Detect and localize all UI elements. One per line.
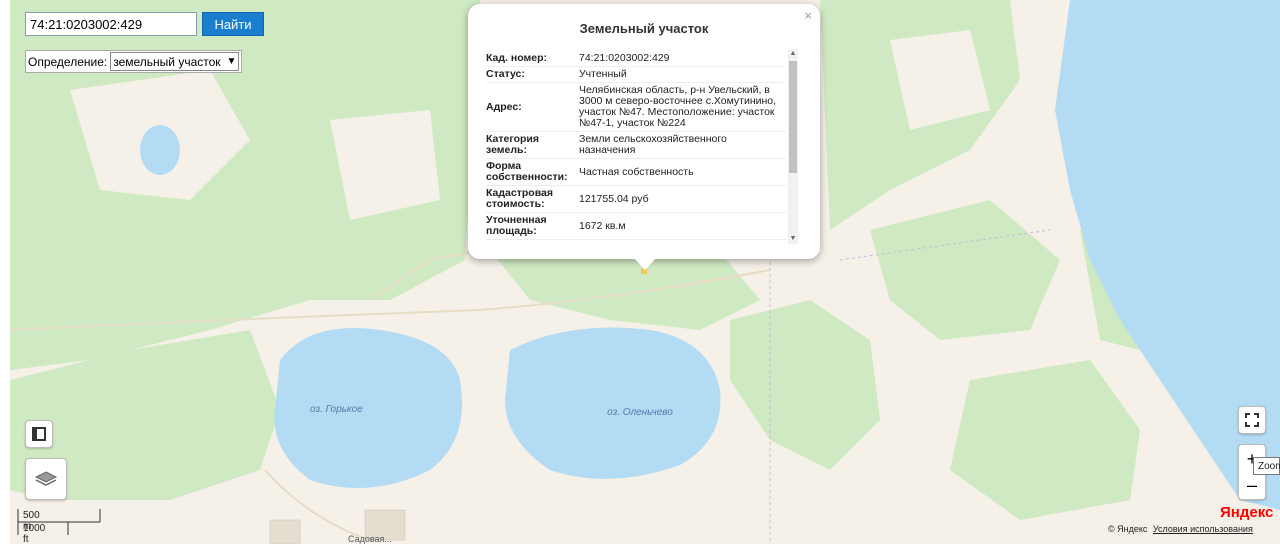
info-row: Кадастровая стоимость: 121755.04 руб: [486, 186, 786, 213]
info-value: Частная собственность: [579, 165, 694, 178]
definition-select[interactable]: земельный участок ▼: [110, 52, 240, 71]
popup-title: Земельный участок: [579, 21, 709, 36]
copyright-text: © Яндекс: [1108, 524, 1148, 534]
info-key: Кадастровая стоимость: [486, 187, 553, 210]
search-input[interactable]: [25, 12, 197, 36]
info-key: Адрес: [486, 100, 519, 113]
info-key: Форма собственности: [486, 160, 565, 183]
info-row: Адрес: Челябинская область, р-н Увельски…: [486, 83, 786, 132]
scale-imperial: 1000 ft: [23, 523, 46, 545]
scroll-down-arrow-icon[interactable]: ▼: [788, 234, 798, 244]
info-value: Земли сельскохозяйственного назначения: [579, 133, 727, 156]
info-row: Категория земель: Земли сельскохозяйстве…: [486, 132, 786, 159]
fullscreen-button[interactable]: [1238, 406, 1266, 434]
definition-selected: земельный участок: [113, 54, 221, 69]
close-icon[interactable]: ×: [804, 8, 812, 23]
zoom-out-button[interactable]: –: [1247, 472, 1257, 498]
info-row: Статус: Учтенный: [486, 67, 786, 83]
scroll-thumb[interactable]: [789, 61, 797, 173]
layers-icon: [34, 471, 58, 486]
fullscreen-icon: [1245, 413, 1259, 427]
popup-pointer: [634, 258, 656, 270]
info-value: Челябинская область, р-н Увельский, в 30…: [579, 84, 777, 129]
info-row: Кад. номер: 74:21:0203002:429: [486, 51, 786, 67]
street-label: Садовая...: [348, 534, 392, 544]
attribution: © Яндекс Условия использования: [1108, 524, 1253, 534]
popup-info-table: Кад. номер: 74:21:0203002:429 Статус: Уч…: [486, 51, 786, 240]
info-row: Форма собственности: Частная собственнос…: [486, 159, 786, 186]
info-key: Уточненная площадь: [486, 214, 547, 237]
ruler-button[interactable]: [25, 420, 53, 448]
definition-row: Определение: земельный участок ▼: [25, 50, 243, 73]
yandex-logo: Яндекс: [1220, 504, 1274, 521]
layers-button[interactable]: [25, 458, 67, 500]
info-key: Кад. номер: [486, 52, 544, 64]
info-value: Учтенный: [579, 68, 627, 80]
info-value: 74:21:0203002:429: [579, 52, 670, 64]
lake-label-gorkoe: оз. Горькое: [310, 404, 363, 415]
search-bar: Найти: [25, 12, 264, 36]
info-key: Статус: [486, 68, 522, 80]
lake-label-olenchevo: оз. Оленьчево: [607, 407, 673, 418]
info-value: 121755.04 руб: [579, 192, 649, 205]
info-key: Категория земель: [486, 133, 540, 156]
scroll-up-arrow-icon[interactable]: ▲: [788, 49, 798, 59]
info-row: Уточненная площадь: 1672 кв.м: [486, 213, 786, 240]
info-value: 1672 кв.м: [579, 219, 626, 232]
ruler-icon: [32, 427, 46, 441]
popup-scrollbar[interactable]: ▲ ▼: [788, 49, 798, 244]
zoom-tooltip: Zoom: [1253, 457, 1280, 475]
parcel-popup: Земельный участок × Кад. номер: 74:21:02…: [468, 4, 820, 259]
find-button[interactable]: Найти: [202, 12, 264, 36]
definition-label: Определение:: [28, 54, 108, 69]
terms-link[interactable]: Условия использования: [1153, 524, 1253, 534]
chevron-down-icon: ▼: [226, 56, 237, 67]
